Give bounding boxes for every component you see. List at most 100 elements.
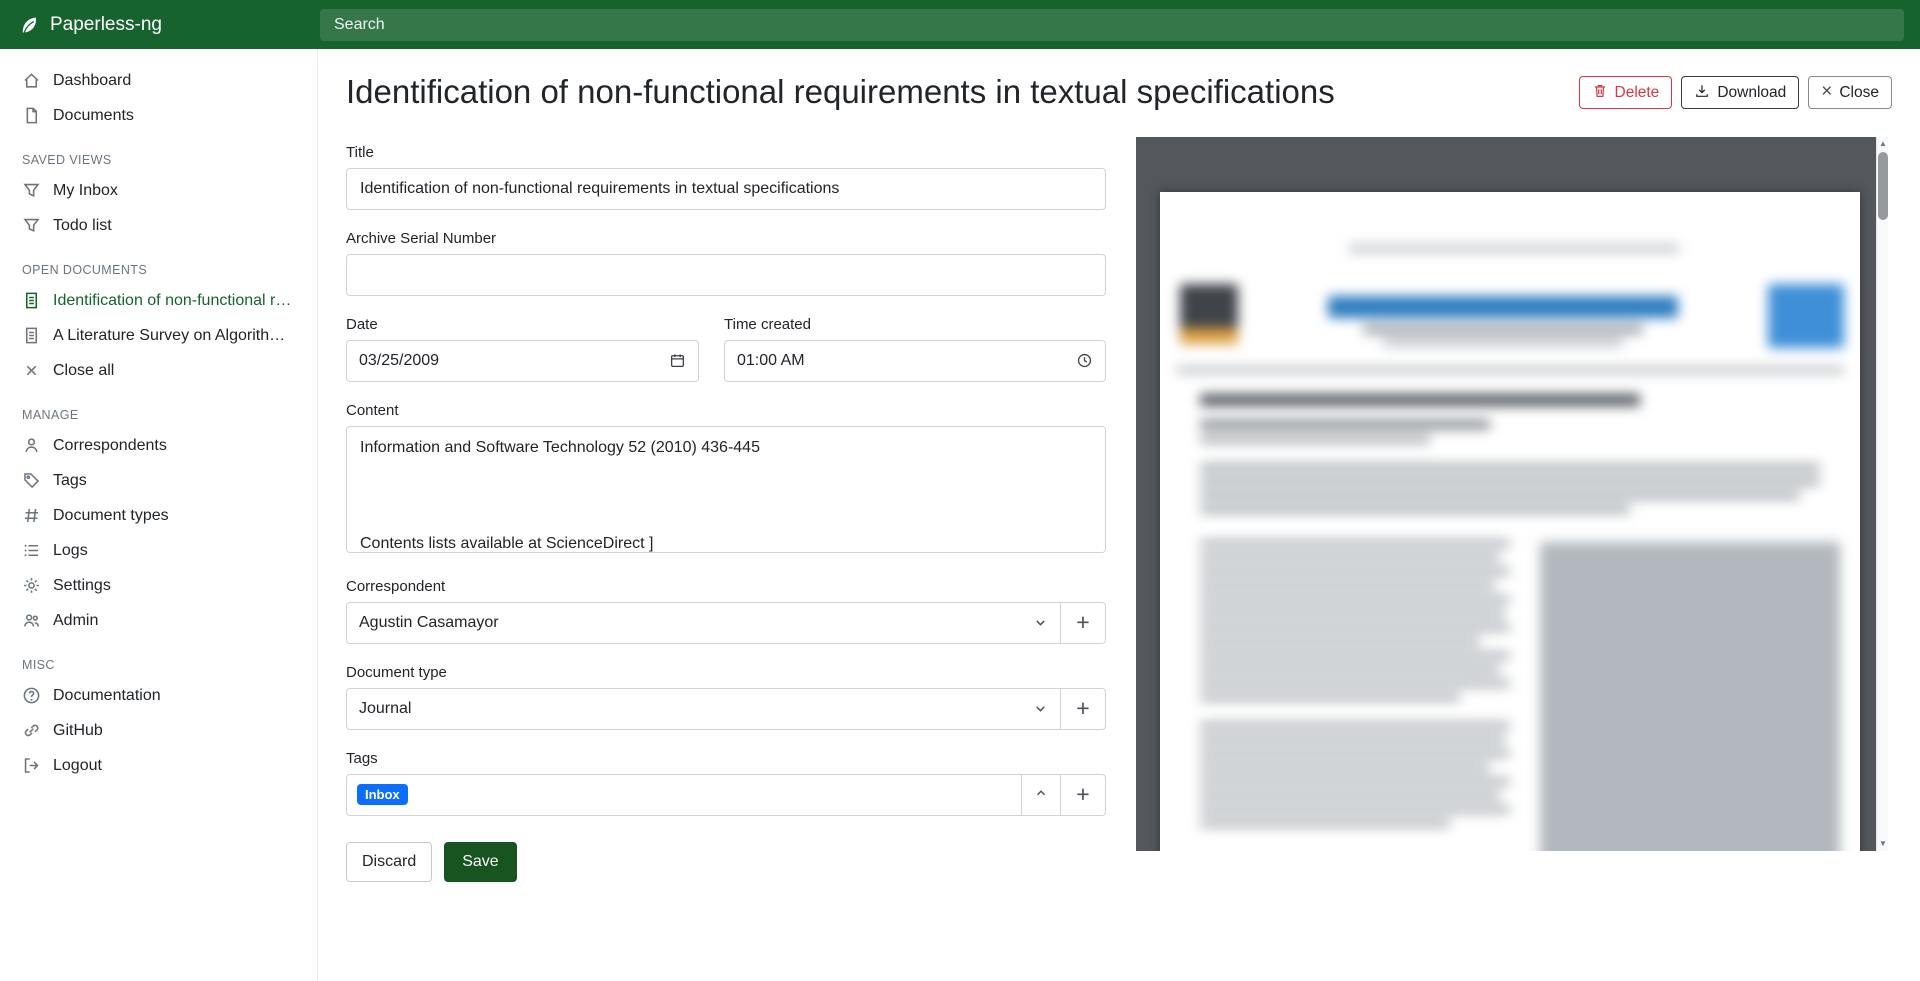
sidebar-section-saved-views: SAVED VIEWS	[0, 133, 317, 173]
sidebar-section-manage: MANAGE	[0, 388, 317, 428]
add-correspondent-button[interactable]: +	[1060, 602, 1106, 644]
add-tag-button[interactable]: +	[1060, 774, 1106, 816]
document-type-label: Document type	[346, 664, 1106, 681]
sidebar-item-close-all[interactable]: Close all	[0, 353, 317, 388]
title-input[interactable]	[346, 168, 1106, 210]
clock-icon[interactable]	[1076, 352, 1093, 369]
sidebar-item-admin[interactable]: Admin	[0, 603, 317, 638]
time-created-label: Time created	[724, 316, 1106, 333]
download-button-label: Download	[1717, 85, 1786, 101]
link-icon	[22, 721, 42, 740]
sidebar-item-settings[interactable]: Settings	[0, 568, 317, 603]
sidebar-item-label: A Literature Survey on Algorithms for Mu…	[53, 327, 295, 345]
sidebar-item-todo-list[interactable]: Todo list	[0, 208, 317, 243]
tags-dropdown-toggle[interactable]	[1021, 774, 1061, 816]
logout-icon	[22, 756, 42, 775]
correspondent-label: Correspondent	[346, 578, 1106, 595]
sidebar-item-label: Dashboard	[53, 72, 131, 90]
funnel-icon	[22, 181, 42, 200]
discard-button[interactable]: Discard	[346, 842, 432, 882]
sidebar-item-open-doc-1[interactable]: Identification of non-functional require…	[0, 283, 317, 318]
top-navbar: Paperless-ng	[0, 0, 1920, 49]
download-button[interactable]: Download	[1681, 76, 1799, 109]
pdf-preview[interactable]: ▲ ▼	[1136, 137, 1888, 851]
sidebar-item-open-doc-2[interactable]: A Literature Survey on Algorithms for Mu…	[0, 318, 317, 353]
sidebar-item-label: Correspondents	[53, 437, 167, 455]
sidebar-item-dashboard[interactable]: Dashboard	[0, 63, 317, 98]
search-input[interactable]	[320, 9, 1904, 41]
pdf-viewer-background	[1136, 137, 1876, 851]
download-icon	[1694, 83, 1710, 103]
brand-name: Paperless-ng	[50, 14, 162, 36]
brand[interactable]: Paperless-ng	[0, 14, 318, 36]
sidebar-item-label: My Inbox	[53, 182, 118, 200]
sidebar-item-label: Identification of non-functional require…	[53, 292, 295, 310]
correspondent-select[interactable]: Agustin Casamayor	[346, 602, 1061, 644]
save-button[interactable]: Save	[444, 842, 516, 882]
chevron-up-icon	[1034, 786, 1048, 803]
sidebar: Dashboard Documents SAVED VIEWS My Inbox…	[0, 49, 318, 981]
sidebar-item-label: Logs	[53, 542, 88, 560]
sidebar-item-label: Documentation	[53, 687, 161, 705]
title-label: Title	[346, 144, 1106, 161]
tags-input[interactable]: Inbox	[346, 774, 1022, 816]
time-value: 01:00 AM	[737, 352, 805, 370]
people-icon	[22, 611, 42, 630]
sidebar-item-tags[interactable]: Tags	[0, 463, 317, 498]
document-type-value: Journal	[359, 700, 411, 718]
scrollbar-arrow-down-icon[interactable]: ▼	[1877, 837, 1888, 851]
sidebar-item-documentation[interactable]: Documentation	[0, 678, 317, 713]
document-type-select[interactable]: Journal	[346, 688, 1061, 730]
delete-button[interactable]: Delete	[1579, 76, 1673, 109]
sidebar-item-label: Admin	[53, 612, 98, 630]
sidebar-item-github[interactable]: GitHub	[0, 713, 317, 748]
calendar-icon[interactable]	[669, 352, 686, 369]
tag-badge-inbox[interactable]: Inbox	[357, 784, 408, 805]
preview-scrollbar[interactable]: ▲ ▼	[1876, 137, 1888, 851]
file-text-icon	[22, 326, 42, 345]
sidebar-item-label: Close all	[53, 362, 114, 380]
main-content: Identification of non-functional require…	[318, 49, 1920, 981]
sidebar-item-logout[interactable]: Logout	[0, 748, 317, 783]
sidebar-item-label: Logout	[53, 757, 102, 775]
asn-label: Archive Serial Number	[346, 230, 1106, 247]
trash-icon	[1592, 83, 1608, 103]
list-icon	[22, 541, 42, 560]
sidebar-section-open-documents: OPEN DOCUMENTS	[0, 243, 317, 283]
sidebar-item-documents[interactable]: Documents	[0, 98, 317, 133]
tag-icon	[22, 471, 42, 490]
chevron-down-icon	[1033, 615, 1048, 630]
person-icon	[22, 436, 42, 455]
archive-serial-number-input[interactable]	[346, 254, 1106, 296]
sidebar-item-label: Tags	[53, 472, 87, 490]
page-title: Identification of non-functional require…	[346, 71, 1335, 114]
close-button[interactable]: × Close	[1808, 76, 1892, 109]
date-input[interactable]: 03/25/2009	[346, 340, 699, 382]
content-label: Content	[346, 402, 1106, 419]
date-label: Date	[346, 316, 699, 333]
correspondent-value: Agustin Casamayor	[359, 614, 499, 632]
sidebar-item-logs[interactable]: Logs	[0, 533, 317, 568]
file-text-icon	[22, 291, 42, 310]
sidebar-item-label: Document types	[53, 507, 169, 525]
hash-icon	[22, 506, 42, 525]
gear-icon	[22, 576, 42, 595]
sidebar-item-document-types[interactable]: Document types	[0, 498, 317, 533]
file-icon	[22, 106, 42, 125]
add-document-type-button[interactable]: +	[1060, 688, 1106, 730]
content-textarea[interactable]: Information and Software Technology 52 (…	[346, 426, 1106, 553]
sidebar-item-my-inbox[interactable]: My Inbox	[0, 173, 317, 208]
scrollbar-thumb[interactable]	[1878, 152, 1888, 220]
scrollbar-arrow-up-icon[interactable]: ▲	[1877, 137, 1888, 151]
time-input[interactable]: 01:00 AM	[724, 340, 1106, 382]
sidebar-item-label: Settings	[53, 577, 111, 595]
sidebar-item-correspondents[interactable]: Correspondents	[0, 428, 317, 463]
sidebar-item-label: GitHub	[53, 722, 103, 740]
x-icon	[22, 361, 42, 380]
document-edit-form: Title Archive Serial Number Date 03/25/2…	[346, 144, 1106, 882]
chevron-down-icon	[1033, 701, 1048, 716]
pdf-page-blurred-content	[1160, 192, 1860, 851]
sidebar-item-label: Todo list	[53, 217, 112, 235]
tags-label: Tags	[346, 750, 1106, 767]
pdf-page	[1160, 192, 1860, 851]
